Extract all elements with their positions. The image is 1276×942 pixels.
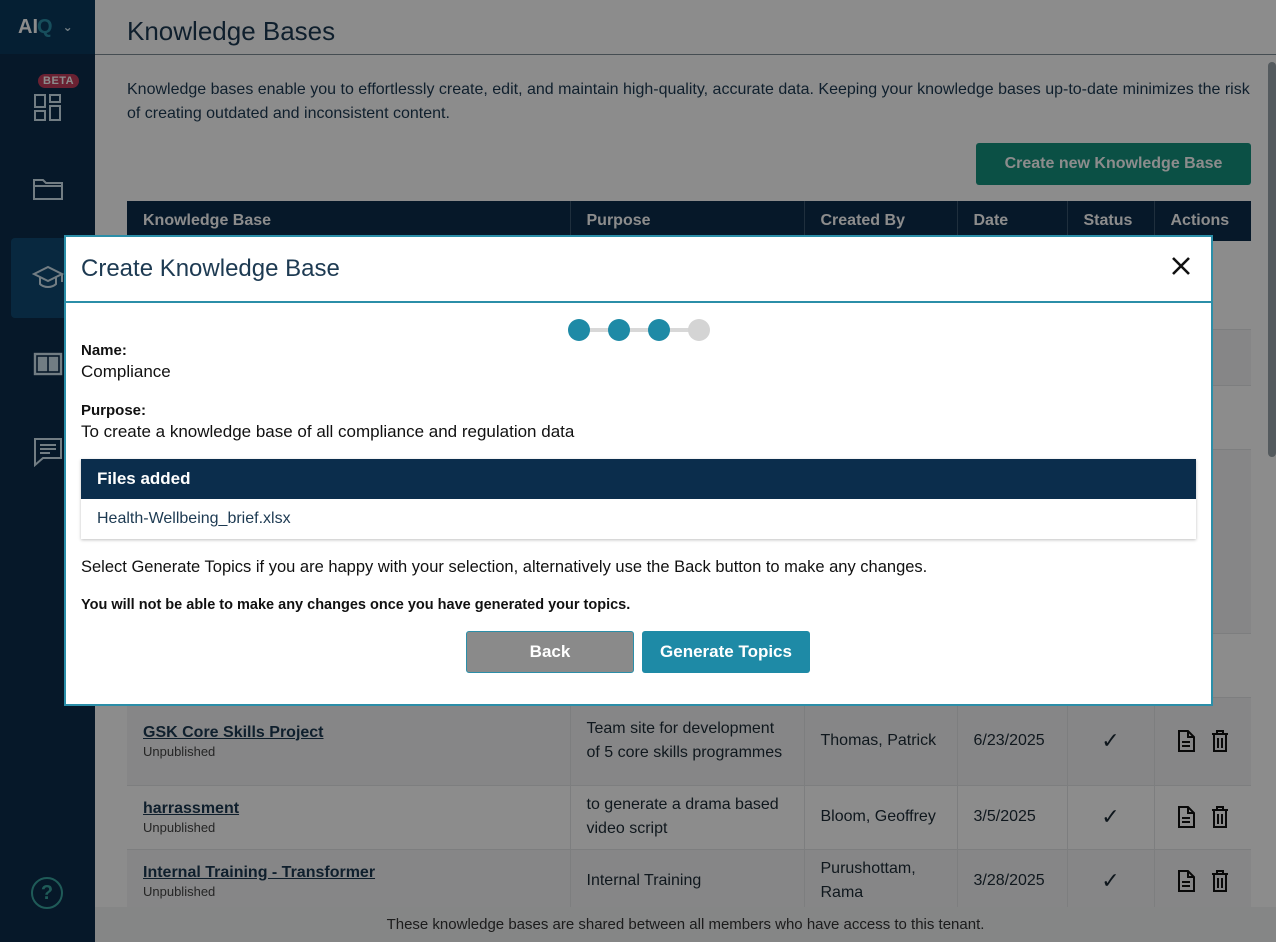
dialog-header: Create Knowledge Base xyxy=(66,237,1211,303)
name-value: Compliance xyxy=(81,362,171,381)
step-dot-1 xyxy=(568,319,590,341)
step-progress xyxy=(568,319,712,341)
instruction-text: Select Generate Topics if you are happy … xyxy=(81,558,928,576)
step-dot-2 xyxy=(608,319,630,341)
generate-topics-button[interactable]: Generate Topics xyxy=(642,631,810,673)
purpose-value: To create a knowledge base of all compli… xyxy=(81,422,575,441)
back-button[interactable]: Back xyxy=(466,631,634,673)
step-dot-4 xyxy=(688,319,710,341)
step-dot-3 xyxy=(648,319,670,341)
file-item: Health-Wellbeing_brief.xlsx xyxy=(81,499,1196,539)
create-knowledge-base-dialog: Create Knowledge Base Name: Compliance P… xyxy=(64,235,1213,706)
step-track xyxy=(578,328,702,332)
close-button[interactable] xyxy=(1169,255,1193,279)
purpose-label: Purpose: xyxy=(81,402,147,419)
files-added-panel: Files added Health-Wellbeing_brief.xlsx xyxy=(81,459,1196,539)
warning-text: You will not be able to make any changes… xyxy=(81,597,631,613)
close-icon xyxy=(1172,257,1190,275)
name-label: Name: xyxy=(81,342,127,359)
dialog-title: Create Knowledge Base xyxy=(81,255,340,282)
files-added-header: Files added xyxy=(81,459,1196,499)
